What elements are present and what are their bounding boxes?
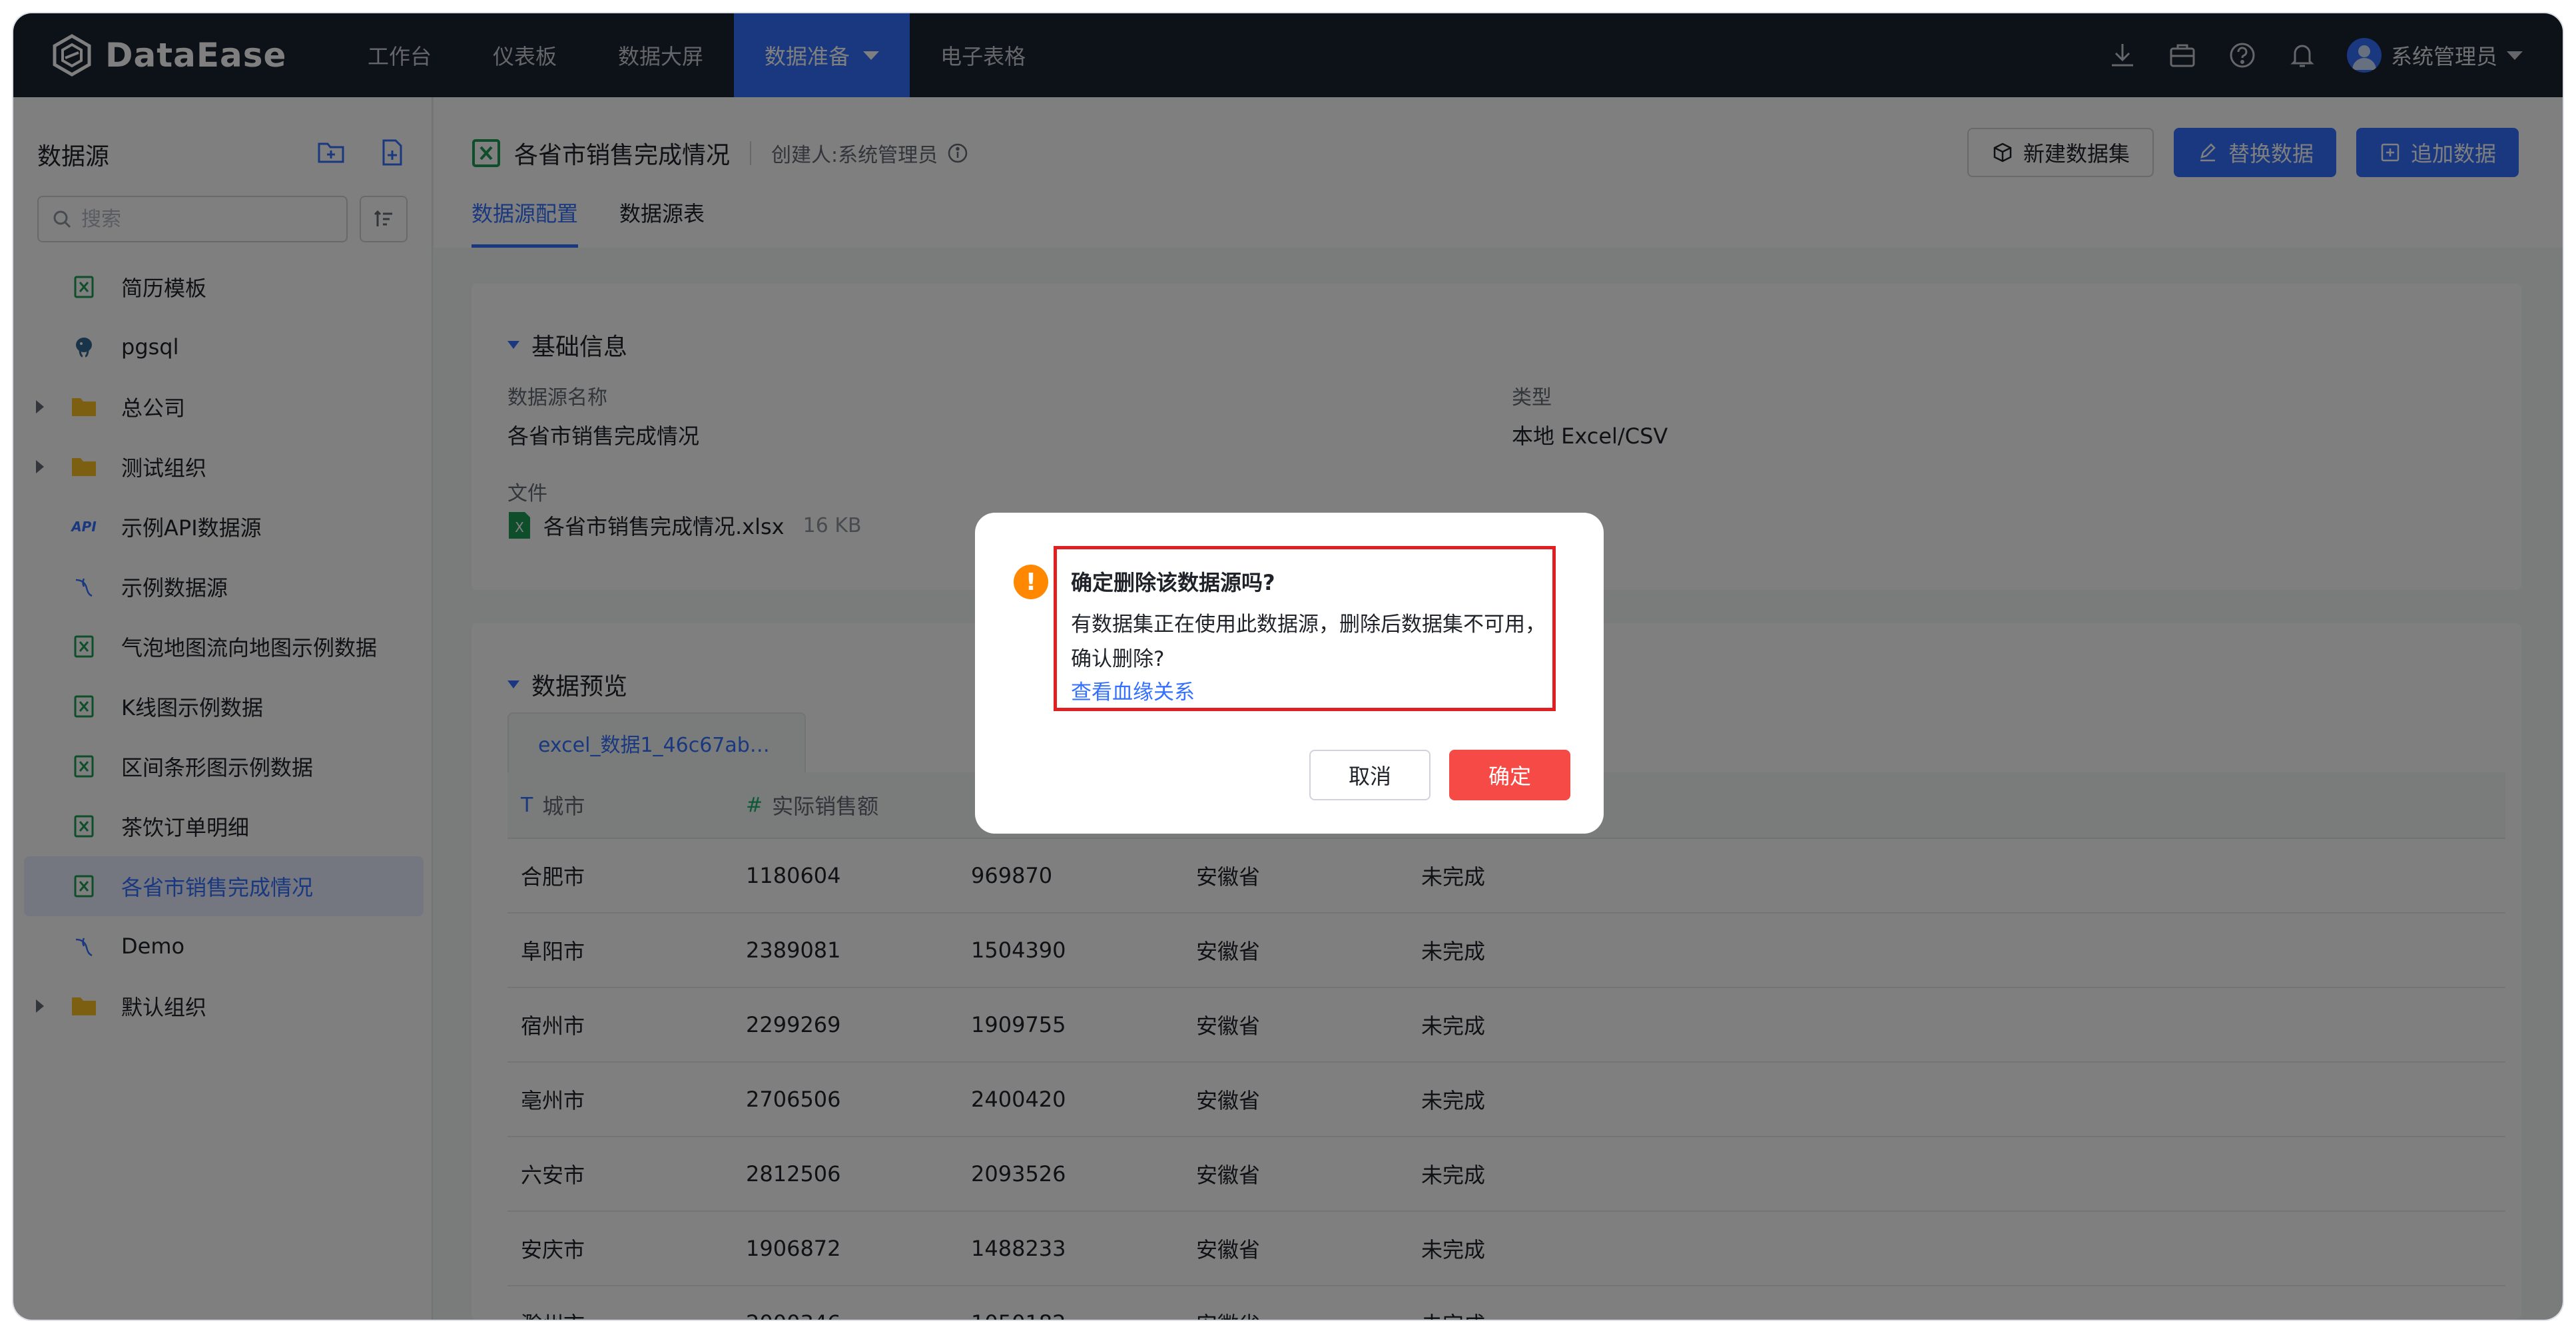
warning-icon: !: [1014, 565, 1048, 599]
dialog-message: 有数据集正在使用此数据源，删除后数据集不可用，确认删除?: [1071, 613, 1546, 671]
confirm-button[interactable]: 确定: [1449, 750, 1570, 800]
dialog-title: 确定删除该数据源吗?: [1071, 570, 1275, 595]
app-window: DataEase 工作台 仪表板 数据大屏 数据准备 电子表格 系统管理员 数据…: [13, 13, 2563, 1320]
confirm-delete-dialog: ! 确定删除该数据源吗? 有数据集正在使用此数据源，删除后数据集不可用，确认删除…: [975, 513, 1604, 834]
view-lineage-link[interactable]: 查看血缘关系: [1071, 675, 1195, 705]
cancel-button[interactable]: 取消: [1309, 750, 1431, 800]
